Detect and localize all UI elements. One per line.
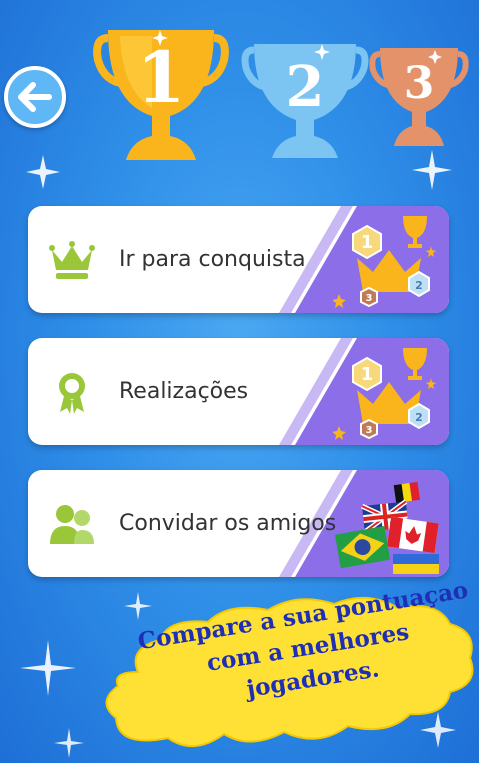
trophy-rank-1: 1 bbox=[137, 36, 186, 119]
menu-item-label: Ir para conquista bbox=[119, 247, 306, 272]
people-icon bbox=[50, 505, 94, 544]
svg-text:3: 3 bbox=[366, 425, 373, 436]
svg-text:2: 2 bbox=[415, 279, 423, 292]
flags-icon bbox=[334, 481, 439, 574]
trophy-rank-3: 3 bbox=[404, 58, 435, 109]
achievement-badges-icon: 1 2 3 bbox=[333, 216, 436, 308]
svg-text:1: 1 bbox=[361, 232, 374, 253]
menu-item-conquest[interactable]: Ir para conquista 1 2 3 bbox=[28, 206, 449, 313]
menu-item-achievements[interactable]: Realizações 1 2 3 bbox=[28, 338, 449, 445]
back-button[interactable] bbox=[4, 66, 66, 128]
svg-text:3: 3 bbox=[366, 293, 373, 304]
arrow-left-icon bbox=[18, 82, 52, 112]
svg-text:1: 1 bbox=[361, 364, 374, 385]
sparkle-icon bbox=[26, 155, 60, 189]
gold-trophy-icon: 1 bbox=[93, 30, 229, 160]
sparkle-icon bbox=[54, 728, 84, 758]
trophy-rank-2: 2 bbox=[286, 54, 325, 120]
award-ribbon-icon bbox=[59, 373, 85, 414]
crown-icon bbox=[49, 241, 95, 279]
trophy-podium: 1 2 3 bbox=[93, 30, 469, 160]
menu-item-label: Convidar os amigos bbox=[119, 511, 337, 536]
menu-item-invite-friends[interactable]: Convidar os amigos bbox=[28, 470, 449, 577]
bronze-trophy-icon: 3 bbox=[369, 48, 469, 146]
svg-text:2: 2 bbox=[415, 411, 423, 424]
silver-trophy-icon: 2 bbox=[241, 44, 369, 158]
achievement-badges-icon: 1 2 3 bbox=[333, 348, 436, 440]
sparkle-icon bbox=[20, 640, 76, 696]
menu-item-label: Realizações bbox=[119, 379, 249, 404]
